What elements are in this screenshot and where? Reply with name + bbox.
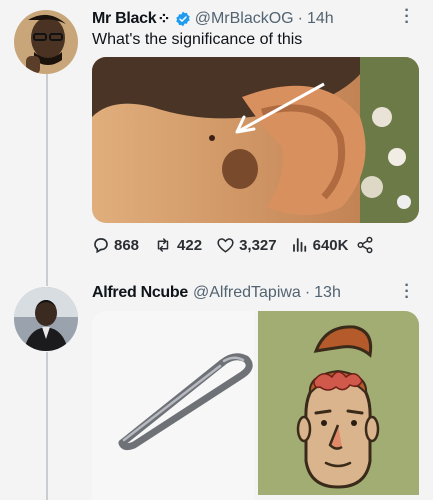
retweet-icon xyxy=(153,236,177,254)
retweet-button[interactable]: 422 xyxy=(153,236,202,254)
tweet-2-image-left[interactable] xyxy=(92,311,254,500)
reply-button[interactable]: 868 xyxy=(92,236,139,254)
timestamp[interactable]: 14h xyxy=(307,10,334,28)
like-icon xyxy=(216,236,239,254)
share-icon xyxy=(356,236,378,254)
tweet-1-image[interactable] xyxy=(92,57,419,223)
reply-count: 868 xyxy=(114,236,140,254)
handle[interactable]: @AlfredTapiwa xyxy=(193,284,301,302)
display-name[interactable]: Alfred Ncube xyxy=(92,284,188,302)
avatar-mr-black[interactable] xyxy=(14,10,78,74)
more-icon[interactable]: · · · xyxy=(404,3,410,31)
separator: · xyxy=(297,10,303,27)
avatar-alfred-ncube[interactable] xyxy=(14,287,78,351)
reply-icon xyxy=(92,236,114,254)
separator: · xyxy=(304,284,311,301)
tweet-text: What's the significance of this xyxy=(92,31,303,48)
views-button[interactable]: 640K xyxy=(291,236,349,254)
like-count: 3,327 xyxy=(239,236,277,254)
tweet-1-header: Mr Black ⁘ @MrBlackOG · 14h xyxy=(92,9,334,29)
retweet-count: 422 xyxy=(177,236,203,254)
thread-line-top xyxy=(46,72,48,286)
name-glyph: ⁘ xyxy=(157,11,171,28)
views-count: 640K xyxy=(312,236,349,254)
verified-badge-icon xyxy=(175,11,191,27)
share-button[interactable] xyxy=(356,236,378,254)
timestamp[interactable]: 13h xyxy=(314,284,341,302)
tweet-2-header: Alfred Ncube @AlfredTapiwa · 13h xyxy=(92,284,341,302)
display-name[interactable]: Mr Black xyxy=(92,10,157,28)
more-icon[interactable]: · · · xyxy=(404,278,410,306)
like-button[interactable]: 3,327 xyxy=(216,236,277,254)
thread-line-bottom xyxy=(46,352,48,500)
tweet-1-actions: 868 422 3,327 640K xyxy=(92,236,378,254)
tweet-2-image-right[interactable] xyxy=(258,311,419,495)
views-icon xyxy=(291,236,313,254)
handle[interactable]: @MrBlackOG xyxy=(195,10,294,28)
